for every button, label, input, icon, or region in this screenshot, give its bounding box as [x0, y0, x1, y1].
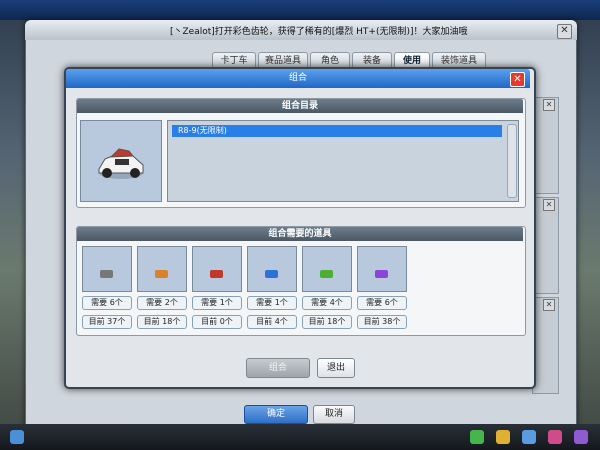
- catalog-header: 组合目录: [77, 99, 523, 113]
- mail-icon[interactable]: [522, 430, 536, 444]
- settings-icon[interactable]: [548, 430, 562, 444]
- kart-preview-image: [80, 120, 162, 202]
- owned-count: 目前 38个: [357, 315, 407, 329]
- confirm-button[interactable]: 确定: [244, 405, 308, 424]
- item-icon: [320, 270, 333, 278]
- catalog-scrollbar[interactable]: [507, 124, 517, 198]
- required-count: 需要 1个: [192, 296, 242, 310]
- close-icon[interactable]: ✕: [510, 72, 525, 87]
- required-item-thumbnail[interactable]: [302, 246, 352, 292]
- inventory-slot[interactable]: [532, 97, 559, 194]
- item-icon: [100, 270, 113, 278]
- item-icon: [155, 270, 168, 278]
- exit-button[interactable]: 退出: [317, 358, 355, 378]
- required-item-thumbnail[interactable]: [247, 246, 297, 292]
- owned-count: 目前 4个: [247, 315, 297, 329]
- gift-icon[interactable]: [496, 430, 510, 444]
- item-icon: [375, 270, 388, 278]
- top-status-bar: [0, 0, 600, 20]
- owned-count: 目前 18个: [137, 315, 187, 329]
- required-count: 需要 2个: [137, 296, 187, 310]
- required-item-thumbnail[interactable]: [137, 246, 187, 292]
- required-item-thumbnail[interactable]: [82, 246, 132, 292]
- close-icon[interactable]: ✕: [543, 199, 555, 211]
- shop-icon[interactable]: [470, 430, 484, 444]
- combine-button[interactable]: 组合: [246, 358, 310, 378]
- item-icon: [265, 270, 278, 278]
- required-item-thumbnail[interactable]: [192, 246, 242, 292]
- owned-count: 目前 37个: [82, 315, 132, 329]
- required-item-thumbnail[interactable]: [357, 246, 407, 292]
- close-icon[interactable]: ✕: [557, 24, 572, 39]
- owned-count: 目前 18个: [302, 315, 352, 329]
- close-icon[interactable]: ✕: [543, 99, 555, 111]
- catalog-list-item[interactable]: R8-9(无限制): [172, 125, 502, 137]
- owned-count: 目前 0个: [192, 315, 242, 329]
- inventory-slot[interactable]: [532, 197, 559, 294]
- cancel-button[interactable]: 取消: [313, 405, 355, 424]
- system-notice: [丶Zealot]打开彩色齿轮，获得了稀有的[爆烈 HT+(无限制)]！大家加油…: [170, 27, 468, 37]
- required-count: 需要 1个: [247, 296, 297, 310]
- menu-icon[interactable]: [10, 430, 24, 444]
- required-count: 需要 6个: [357, 296, 407, 310]
- required-count: 需要 6个: [82, 296, 132, 310]
- inventory-slot[interactable]: [532, 297, 559, 394]
- item-icon: [210, 270, 223, 278]
- dialog-title: 组合: [288, 73, 307, 83]
- required-count: 需要 4个: [302, 296, 352, 310]
- community-icon[interactable]: [574, 430, 588, 444]
- bottom-toolbar: [0, 424, 600, 450]
- close-icon[interactable]: ✕: [543, 299, 555, 311]
- requirements-header: 组合需要的道具: [77, 227, 523, 241]
